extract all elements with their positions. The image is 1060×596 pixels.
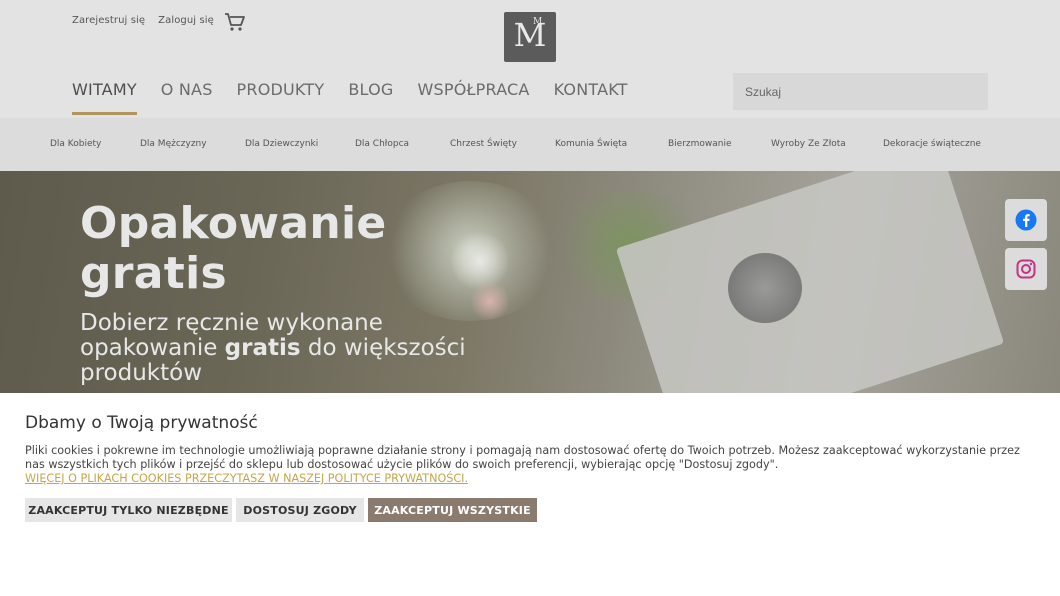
hero-banner[interactable]: Opakowanie gratis Dobierz ręcznie wykona… — [0, 171, 1060, 393]
category-wyroby-ze-zlota[interactable]: Wyroby Ze Złota — [771, 139, 846, 149]
cookie-consent-panel: Dbamy o Twoją prywatność Pliki cookies i… — [0, 393, 1060, 596]
category-dla-chlopca[interactable]: Dla Chłopca — [355, 139, 409, 149]
blossom-decoration — [450, 231, 510, 291]
facebook-icon — [1015, 209, 1037, 231]
instagram-button[interactable] — [1005, 248, 1047, 290]
customize-consents-button[interactable]: DOSTOSUJ ZGODY — [236, 498, 364, 522]
nav-item-produkty[interactable]: PRODUKTY — [237, 80, 325, 115]
nav-item-wspolpraca[interactable]: WSPÓŁPRACA — [417, 80, 529, 115]
nav-item-witamy[interactable]: WITAMY — [72, 80, 137, 115]
main-nav: WITAMY O NAS PRODUKTY BLOG WSPÓŁPRACA KO… — [72, 80, 652, 115]
nav-item-kontakt[interactable]: KONTAKT — [554, 80, 628, 115]
nav-item-blog[interactable]: BLOG — [348, 80, 393, 115]
wax-seal-image — [728, 253, 802, 323]
instagram-icon — [1016, 259, 1036, 279]
category-dekoracje-swiateczne[interactable]: Dekoracje świąteczne — [883, 139, 981, 149]
category-dla-kobiety[interactable]: Dla Kobiety — [50, 139, 101, 149]
category-dla-dziewczynki[interactable]: Dla Dziewczynki — [245, 139, 318, 149]
site-logo[interactable]: M M — [504, 12, 556, 62]
hero-subtitle: Dobierz ręcznie wykonane opakowanie grat… — [80, 310, 466, 386]
accept-necessary-button[interactable]: ZAAKCEPTUJ TYLKO NIEZBĘDNE — [25, 498, 232, 522]
category-chrzest-swiety[interactable]: Chrzest Święty — [450, 139, 517, 149]
search-input[interactable] — [733, 73, 988, 110]
privacy-policy-link[interactable]: WIĘCEJ O PLIKACH COOKIES PRZECZYTASZ W N… — [25, 472, 468, 485]
category-dla-mezczyzny[interactable]: Dla Mężczyzny — [140, 139, 207, 149]
account-links: Zarejestruj się Zaloguj się — [72, 15, 214, 26]
facebook-button[interactable] — [1005, 199, 1047, 241]
nav-item-o-nas[interactable]: O NAS — [161, 80, 213, 115]
accept-all-button[interactable]: ZAAKCEPTUJ WSZYSTKIE — [368, 498, 537, 522]
category-bierzmowanie[interactable]: Bierzmowanie — [668, 139, 732, 149]
category-bar: Dla Kobiety Dla Mężczyzny Dla Dziewczynk… — [0, 118, 1060, 171]
hero-title: Opakowanie gratis — [80, 198, 387, 299]
category-komunia-swieta[interactable]: Komunia Święta — [555, 139, 627, 149]
cart-icon[interactable] — [224, 12, 246, 32]
site-header: Zarejestruj się Zaloguj się M M WITAMY O… — [0, 0, 1060, 118]
cookie-title: Dbamy o Twoją prywatność — [25, 413, 258, 433]
login-link[interactable]: Zaloguj się — [158, 15, 214, 26]
cookie-text: Pliki cookies i pokrewne im technologie … — [25, 444, 1020, 471]
register-link[interactable]: Zarejestruj się — [72, 15, 145, 26]
